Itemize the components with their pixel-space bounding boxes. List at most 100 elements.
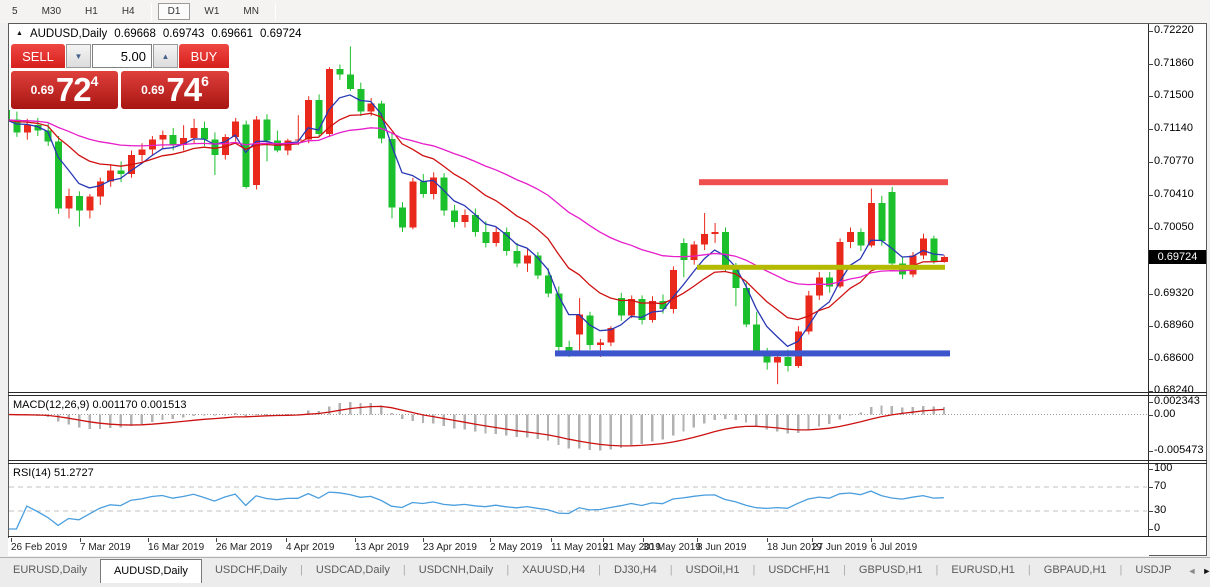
axis-tick: [1148, 451, 1153, 452]
axis-tick: [1148, 129, 1153, 130]
chart-tab-usdchf-daily[interactable]: USDCHF,Daily: [202, 560, 300, 581]
date-axis-label: 27 Jun 2019: [812, 542, 867, 553]
buy-price-base: 0.69: [141, 83, 164, 97]
axis-tick: [1148, 469, 1153, 470]
date-axis-label: 30 May 2019: [643, 542, 701, 553]
toolbar-separator: [151, 3, 152, 21]
date-axis[interactable]: 26 Feb 20197 Mar 201916 Mar 201926 Mar 2…: [8, 538, 1149, 556]
chart-tab-bar: EURUSD,DailyAUDUSD,DailyUSDCHF,Daily|USD…: [0, 557, 1210, 587]
chart-tab-usdoil-h1[interactable]: USDOil,H1: [673, 560, 753, 581]
axis-tick: [1148, 96, 1153, 97]
axis-tick: [1148, 31, 1153, 32]
title-open: 0.69668: [114, 28, 156, 40]
collapse-triangle-icon[interactable]: ▲: [16, 30, 23, 37]
date-axis-label: 26 Feb 2019: [11, 542, 67, 553]
axis-tick: [1148, 359, 1153, 360]
title-low: 0.69661: [211, 28, 253, 40]
sell-price-pips: 72: [56, 75, 91, 105]
title-close: 0.69724: [260, 28, 302, 40]
date-axis-label: 13 Apr 2019: [355, 542, 409, 553]
axis-tick: [1148, 326, 1153, 327]
chart-tab-dj30-h4[interactable]: DJ30,H4: [601, 560, 670, 581]
axis-tick: [1148, 415, 1153, 416]
axis-tick: [1148, 228, 1153, 229]
panel-separator[interactable]: [8, 392, 1207, 393]
rsi-axis-label: 0: [1154, 522, 1160, 534]
chart-tab-audusd-daily[interactable]: AUDUSD,Daily: [100, 559, 202, 583]
current-price-tag: 0.69724: [1149, 250, 1206, 264]
price-axis-border: [1148, 24, 1149, 536]
price-axis-label: 0.71140: [1154, 122, 1193, 134]
chart-tab-gbpaud-h1[interactable]: GBPAUD,H1: [1031, 560, 1120, 581]
price-axis-label: 0.70770: [1154, 155, 1194, 167]
axis-tick: [1148, 511, 1153, 512]
chevron-down-icon: ▼: [75, 52, 83, 61]
date-axis-label: 4 Apr 2019: [286, 542, 334, 553]
timeframe-button-H4[interactable]: H4: [112, 3, 145, 20]
chart-title: ▲ AUDUSD,Daily 0.69668 0.69743 0.69661 0…: [16, 28, 302, 40]
axis-tick: [1148, 64, 1153, 65]
macd-axis-min: -0.005473: [1154, 444, 1204, 456]
price-axis-label: 0.69320: [1154, 287, 1194, 299]
price-axis-label: 0.70410: [1154, 188, 1194, 200]
price-axis-label: 0.71860: [1154, 57, 1194, 69]
rsi-axis-label: 100: [1154, 462, 1172, 474]
panel-separator[interactable]: [8, 460, 1207, 461]
sell-button[interactable]: SELL: [11, 44, 65, 70]
sell-price-base: 0.69: [31, 83, 54, 97]
buy-price-point: 6: [201, 73, 209, 89]
rsi-axis-label: 70: [1154, 480, 1166, 492]
date-axis-label: 2 May 2019: [490, 542, 542, 553]
volume-decrease-button[interactable]: ▼: [66, 44, 91, 68]
macd-axis-zero: 0.00: [1154, 408, 1175, 420]
toolbar-separator: [275, 3, 276, 21]
volume-input[interactable]: [92, 44, 152, 68]
buy-price-display[interactable]: 0.69 74 6: [121, 71, 229, 109]
date-axis-label: 11 May 2019: [551, 542, 608, 553]
one-click-trading-panel: SELL ▼ ▲ BUY 0.69 72 4 0.69 74 6: [11, 44, 229, 109]
chart-tab-usdcad-daily[interactable]: USDCAD,Daily: [303, 560, 403, 581]
sell-price-point: 4: [91, 73, 99, 89]
chart-tab-xauusd-h4[interactable]: XAUUSD,H4: [509, 560, 598, 581]
title-high: 0.69743: [163, 28, 205, 40]
chart-tab-gbpusd-h1[interactable]: GBPUSD,H1: [846, 560, 936, 581]
chart-tab-eurusd-daily[interactable]: EURUSD,Daily: [0, 560, 100, 581]
price-axis-label: 0.70050: [1154, 221, 1194, 233]
timeframe-toolbar: 5M30H1H4 D1W1MN: [0, 0, 1210, 23]
rsi-indicator-canvas[interactable]: [9, 464, 1147, 536]
timeframe-button-M30[interactable]: M30: [32, 3, 71, 20]
chart-bottom-border: [8, 536, 1207, 537]
timeframe-button-W1[interactable]: W1: [194, 3, 229, 20]
tab-scroll-left-icon[interactable]: ◄: [1187, 566, 1196, 576]
axis-tick: [1148, 162, 1153, 163]
chart-tab-eurusd-h1[interactable]: EURUSD,H1: [938, 560, 1028, 581]
axis-tick: [1148, 391, 1153, 392]
chevron-up-icon: ▲: [162, 52, 170, 61]
timeframe-button-5[interactable]: 5: [2, 3, 28, 20]
price-axis-label: 0.71500: [1154, 89, 1194, 101]
macd-axis-max: 0.002343: [1154, 395, 1200, 407]
date-axis-label: 8 Jun 2019: [697, 542, 747, 553]
date-axis-label: 7 Mar 2019: [80, 542, 131, 553]
axis-tick: [1148, 487, 1153, 488]
timeframe-button-H1[interactable]: H1: [75, 3, 108, 20]
volume-increase-button[interactable]: ▲: [153, 44, 178, 68]
timeframe-button-D1[interactable]: D1: [158, 3, 191, 20]
price-axis-label: 0.72220: [1154, 24, 1194, 36]
chart-tab-usdcnh-daily[interactable]: USDCNH,Daily: [406, 560, 507, 581]
date-axis-label: 6 Jul 2019: [871, 542, 917, 553]
chart-tab-usdjp[interactable]: USDJP: [1122, 560, 1184, 581]
price-axis-label: 0.68960: [1154, 319, 1194, 331]
timeframe-button-MN[interactable]: MN: [233, 3, 269, 20]
chart-tab-usdchf-h1[interactable]: USDCHF,H1: [755, 560, 843, 581]
buy-price-pips: 74: [166, 75, 201, 105]
axis-tick: [1148, 402, 1153, 403]
axis-tick: [1148, 195, 1153, 196]
macd-label: MACD(12,26,9) 0.001170 0.001513: [13, 399, 187, 411]
date-axis-label: 16 Mar 2019: [148, 542, 204, 553]
rsi-axis-label: 30: [1154, 504, 1166, 516]
tab-scroll-right-icon[interactable]: ►: [1202, 566, 1210, 576]
price-axis-label: 0.68600: [1154, 352, 1194, 364]
sell-price-display[interactable]: 0.69 72 4: [11, 71, 118, 109]
buy-button[interactable]: BUY: [179, 44, 229, 70]
